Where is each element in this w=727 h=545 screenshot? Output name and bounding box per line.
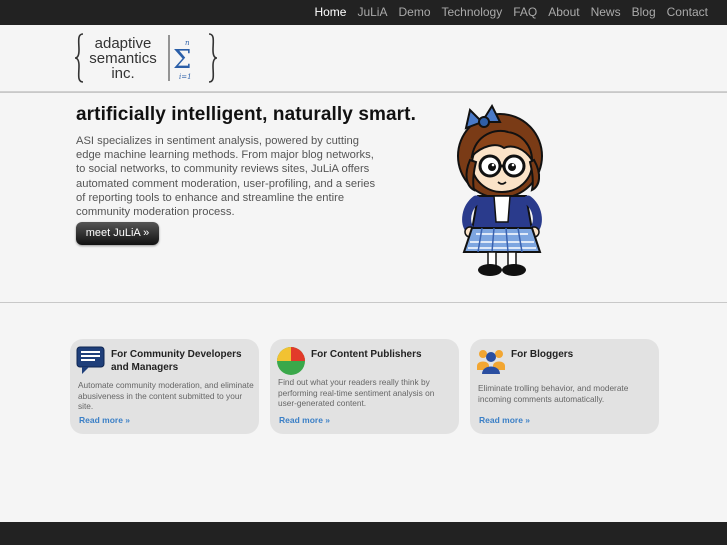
footer-bar [0,522,727,545]
read-more-link[interactable]: Read more » [79,415,130,425]
card-title: For Community Developers and Managers [111,349,242,373]
nav-technology[interactable]: Technology [442,0,503,25]
header: n Σ i=1 adaptive semantics inc. [0,25,727,92]
meet-julia-button[interactable]: meet JuLiA » [76,222,159,245]
nav-contact[interactable]: Contact [667,0,708,25]
hero-description: ASI specializes in sentiment analysis, p… [76,135,376,219]
nav-about[interactable]: About [548,0,579,25]
top-nav-bar: Home JuLiA Demo Technology FAQ About New… [0,0,727,25]
card-description: Find out what your readers really think … [278,377,435,409]
card-description: Eliminate trolling behavior, and moderat… [478,383,629,404]
nav-demo[interactable]: Demo [398,0,430,25]
card-content-publishers: For Content Publishers Find out what you… [270,339,459,434]
card-title: For Bloggers [511,349,574,360]
nav-news[interactable]: News [591,0,621,25]
people-group-icon [477,350,505,374]
logo-wordmark: adaptive semantics inc. [79,36,167,81]
logo-line-3: inc. [111,65,135,82]
logo-sum-bottom: i=1 [179,73,192,81]
header-divider [0,92,727,93]
card-community-developers: For Community Developers and Managers Au… [70,339,259,434]
read-more-link[interactable]: Read more » [279,415,330,425]
speech-bubble-icon [76,346,105,374]
nav-julia[interactable]: JuLiA [357,0,387,25]
card-description: Automate community moderation, and elimi… [78,380,254,412]
read-more-link[interactable]: Read more » [479,415,530,425]
nav-faq[interactable]: FAQ [513,0,537,25]
nav-blog[interactable]: Blog [632,0,656,25]
pie-chart-icon [277,347,305,375]
main-nav: Home JuLiA Demo Technology FAQ About New… [303,0,708,25]
logo-sum-symbol: Σ [173,45,191,75]
card-bloggers: For Bloggers Eliminate trolling behavior… [470,339,659,434]
julia-mascot-illustration [457,104,543,276]
card-title: For Content Publishers [311,349,422,360]
logo-line-1: adaptive [94,35,152,52]
company-logo[interactable]: n Σ i=1 adaptive semantics inc. [74,32,220,84]
section-divider [0,302,727,303]
hero-title: artificially intelligent, naturally smar… [76,104,416,125]
logo-line-2: semantics [89,50,157,67]
nav-home[interactable]: Home [314,0,346,25]
